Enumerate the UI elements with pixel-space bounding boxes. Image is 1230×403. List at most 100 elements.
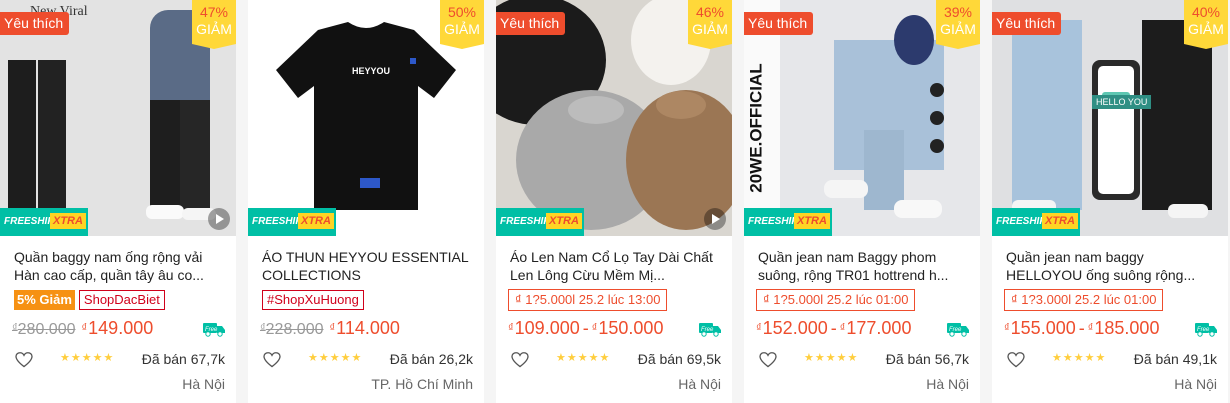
price-range-dash: - (582, 318, 589, 338)
product-card[interactable]: New Viral Yêu thích 47% GIẢM FREESHIP XT… (0, 0, 236, 403)
product-image[interactable]: HELLO YOU Yêu thích 40% GIẢM FREESHIP XT… (992, 0, 1228, 236)
product-grid: New Viral Yêu thích 47% GIẢM FREESHIP XT… (0, 0, 1230, 403)
flash-sale-label: ₫ 1?5.000l 25.2 lúc 13:00 (508, 289, 668, 311)
sale-price-min: ₫155.000 (1004, 318, 1076, 338)
freeship-text: FREESHIP (996, 216, 1047, 227)
freeship-text: FREESHIP (748, 216, 799, 227)
flash-sale-label: ₫ 1?5.000l 25.2 lúc 01:00 (756, 289, 916, 311)
discount-percent: 46% (695, 4, 725, 20)
favorite-badge: Yêu thích (496, 12, 566, 35)
sale-price-min: ₫152.000 (756, 318, 828, 338)
sale-price-min: ₫109.000 (508, 318, 580, 338)
price-row: ₫280.000 ₫149.000 (12, 318, 153, 342)
xtra-text: XTRA (1042, 213, 1078, 229)
rating-stars: ★★★★★ (1052, 352, 1107, 364)
freeship-xtra-badge: FREESHIP XTRA (744, 208, 832, 236)
free-shipping-truck-icon: Free (947, 323, 969, 337)
svg-text:Free: Free (1197, 327, 1210, 333)
heart-icon[interactable] (511, 352, 529, 368)
brand-vertical-text: 20WE.OFFICIAL (746, 63, 766, 193)
product-name[interactable]: Áo Len Nam Cổ Lọ Tay Dài Chất Len Lông C… (510, 248, 722, 284)
product-image[interactable]: HEYYOU 50% GIẢM FREESHIP XTRA (248, 0, 484, 236)
discount-badge: 46% GIẢM (688, 0, 732, 49)
freeship-xtra-badge: FREESHIP XTRA (248, 208, 336, 236)
rating-stars: ★★★★★ (556, 352, 611, 364)
svg-text:Free: Free (701, 327, 714, 333)
discount-percent: 39% (943, 4, 973, 20)
sale-price-max: ₫177.000 (839, 318, 912, 338)
product-card[interactable]: Yêu thích 46% GIẢM FREESHIP XTRA Áo Len … (496, 0, 732, 403)
shop-location: Hà Nội (678, 376, 721, 392)
sold-count: Đã bán 69,5k (637, 351, 721, 367)
freeship-xtra-badge: FREESHIP XTRA (0, 208, 88, 236)
sold-count: Đã bán 67,7k (141, 351, 225, 367)
free-shipping-truck-icon: Free (203, 323, 225, 337)
xtra-text: XTRA (50, 213, 86, 229)
discount-label: GIẢM (940, 21, 976, 37)
free-shipping-truck-icon: Free (1195, 323, 1217, 337)
discount-label: GIẢM (692, 21, 728, 37)
shop-tag: ShopDacBiet (78, 290, 165, 310)
discount-badge: 40% GIẢM (1184, 0, 1228, 49)
product-card[interactable]: 20WE.OFFICIAL Yêu thích 39% GIẢM FREESHI… (744, 0, 980, 403)
product-image[interactable]: New Viral Yêu thích 47% GIẢM FREESHIP XT… (0, 0, 236, 236)
price-row: ₫228.000 ₫114.000 (260, 318, 400, 342)
discount-label: GIẢM (1188, 21, 1224, 37)
discount-label: GIẢM (196, 21, 232, 37)
price-row: ₫152.000 - ₫177.000 (756, 318, 911, 342)
favorite-badge: Yêu thích (0, 12, 70, 35)
xtra-text: XTRA (794, 213, 830, 229)
price-row: ₫155.000 - ₫185.000 (1004, 318, 1159, 342)
sold-count: Đã bán 56,7k (885, 351, 969, 367)
svg-text:Free: Free (205, 327, 218, 333)
freeship-xtra-badge: FREESHIP XTRA (992, 208, 1080, 236)
shop-location: Hà Nội (1174, 376, 1217, 392)
price-row: ₫109.000 - ₫150.000 (508, 318, 663, 342)
discount-percent: 50% (447, 4, 477, 20)
freeship-text: FREESHIP (4, 216, 55, 227)
product-card[interactable]: HEYYOU 50% GIẢM FREESHIP XTRA ÁO THUN HE… (248, 0, 484, 403)
play-video-icon[interactable] (704, 208, 726, 230)
product-image[interactable]: 20WE.OFFICIAL Yêu thích 39% GIẢM FREESHI… (744, 0, 980, 236)
xtra-text: XTRA (546, 213, 582, 229)
discount-badge: 39% GIẢM (936, 0, 980, 49)
product-card[interactable]: HELLO YOU Yêu thích 40% GIẢM FREESHIP XT… (992, 0, 1228, 403)
sold-count: Đã bán 49,1k (1133, 351, 1217, 367)
product-tags: #ShopXuHuong (262, 290, 364, 310)
favorite-badge: Yêu thích (992, 12, 1062, 35)
favorite-badge: Yêu thích (744, 12, 814, 35)
discount-badge: 50% GIẢM (440, 0, 484, 49)
heart-icon[interactable] (263, 352, 281, 368)
freeship-text: FREESHIP (252, 216, 303, 227)
product-name[interactable]: ÁO THUN HEYYOU ESSENTIAL COLLECTIONS (262, 248, 474, 284)
product-image[interactable]: Yêu thích 46% GIẢM FREESHIP XTRA (496, 0, 732, 236)
discount-percent: 40% (1191, 4, 1221, 20)
flash-sale-label: ₫ 1?3.000l 25.2 lúc 01:00 (1004, 289, 1164, 311)
rating-stars: ★★★★★ (60, 352, 115, 364)
product-name[interactable]: Quần jean nam Baggy phom suông, rộng TR0… (758, 248, 970, 284)
heart-icon[interactable] (15, 352, 33, 368)
freeship-xtra-badge: FREESHIP XTRA (496, 208, 584, 236)
rating-stars: ★★★★★ (308, 352, 363, 364)
play-video-icon[interactable] (208, 208, 230, 230)
shirt-print-text: HEYYOU (352, 66, 391, 76)
original-price: ₫280.000 (12, 321, 76, 338)
shop-tag: #ShopXuHuong (262, 290, 364, 310)
price-range-dash: - (1078, 318, 1085, 338)
discount-badge: 47% GIẢM (192, 0, 236, 49)
heart-icon[interactable] (1007, 352, 1025, 368)
heart-icon[interactable] (759, 352, 777, 368)
product-name[interactable]: Quần jean nam baggy HELLOYOU ống suông r… (1006, 248, 1218, 284)
product-tags: 5% Giảm ShopDacBiet (14, 290, 165, 310)
sold-count: Đã bán 26,2k (389, 351, 473, 367)
shop-location: Hà Nội (926, 376, 969, 392)
shop-location: Hà Nội (182, 376, 225, 392)
original-price: ₫228.000 (260, 321, 324, 338)
discount-label: GIẢM (444, 21, 480, 37)
phone-mockup-text: HELLO YOU (1092, 95, 1152, 109)
discount-percent: 47% (199, 4, 229, 20)
price-range-dash: - (830, 318, 837, 338)
rating-stars: ★★★★★ (804, 352, 859, 364)
product-name[interactable]: Quần baggy nam ống rộng vải Hàn cao cấp,… (14, 248, 226, 284)
freeship-text: FREESHIP (500, 216, 551, 227)
